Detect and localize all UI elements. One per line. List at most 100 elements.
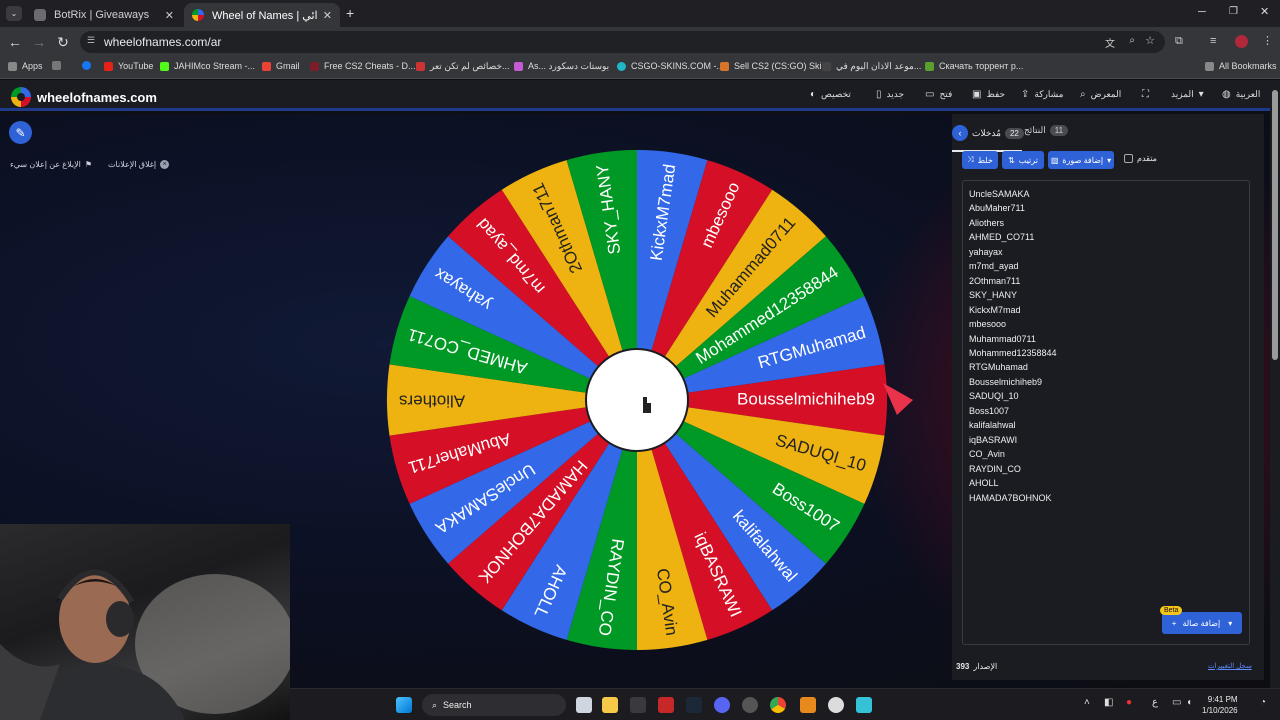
report-ad-link[interactable]: الإبلاغ عن إعلان سيء ⚑ — [10, 160, 92, 169]
menu-customize[interactable]: ◐ تخصيص — [810, 89, 851, 100]
shuffle-button[interactable]: ⤨ خلط — [962, 151, 998, 169]
tray-overflow-icon[interactable]: ˄ — [1084, 697, 1090, 708]
browser-menu-icon[interactable]: ⋮ — [1262, 34, 1273, 47]
scrollbar-thumb[interactable] — [1272, 90, 1278, 360]
collapse-panel-icon[interactable]: ‹ — [952, 125, 968, 141]
bookmark-torrent[interactable]: Скачать торрент р... — [925, 61, 1023, 71]
site-header: wheelofnames.com ◍ العربية المزيد ▾ ⛶ ⌕ الم… — [0, 80, 1280, 111]
tab-entries[interactable]: ‹ مُدخلات 22 — [952, 125, 1028, 141]
site-icon — [720, 61, 729, 71]
menu-share[interactable]: ⇪ مشاركة — [1021, 89, 1063, 100]
wheel-center[interactable] — [585, 348, 689, 452]
kick-icon — [160, 61, 169, 71]
task-view-icon[interactable] — [576, 697, 592, 713]
entries-count-badge: 22 — [1004, 127, 1024, 139]
microphone-icon[interactable]: ● — [1126, 697, 1132, 708]
input-language[interactable]: ع — [1152, 697, 1158, 708]
app-icon[interactable] — [742, 697, 758, 713]
entry-line: RAYDIN_CO — [969, 463, 1021, 474]
tab-results[interactable]: النتائج 11 — [1024, 125, 1072, 136]
profile-avatar[interactable] — [1235, 35, 1248, 48]
restore-window-icon[interactable]: ❐ — [1229, 6, 1238, 17]
app-icon[interactable] — [630, 697, 646, 713]
entry-line: Mohammed12358844 — [969, 347, 1057, 358]
site-icon — [617, 61, 626, 71]
close-tab-icon[interactable]: ✕ — [165, 9, 174, 22]
bookmark-youtube[interactable]: YouTube — [104, 61, 153, 71]
taskbar-clock[interactable]: 9:41 PM 1/10/2026 — [1202, 694, 1238, 716]
wheel-favicon-icon — [192, 9, 204, 21]
menu-save[interactable]: ▣ حفظ — [972, 89, 1005, 100]
menu-more[interactable]: المزيد ▾ — [1171, 89, 1209, 100]
bookmark-apps[interactable]: Apps — [8, 61, 43, 71]
site-logo[interactable]: wheelofnames.com — [11, 87, 157, 107]
advanced-checkbox[interactable] — [1124, 154, 1133, 163]
tab-title: BotRix | Giveaways — [54, 9, 150, 21]
new-tab-button[interactable]: + — [346, 5, 354, 21]
tray-app-icon[interactable]: ◧ — [1104, 697, 1113, 708]
extensions-icon[interactable]: ⧉ — [1175, 35, 1183, 48]
wheel-of-names[interactable]: UncleSAMAKAAbuMaher711AliothersAHMED_CO7… — [385, 145, 915, 657]
bookmark-sell-cs2[interactable]: Sell CS2 (CS:GO) Ski... — [720, 61, 829, 71]
advanced-toggle[interactable]: متقدم — [1124, 154, 1157, 163]
page-scrollbar[interactable] — [1270, 80, 1280, 688]
close-tab-icon[interactable]: ✕ — [323, 9, 332, 22]
sort-button[interactable]: ⇅ ترتيب — [1002, 151, 1044, 169]
bookmark-jahimco[interactable]: JAHIMco Stream -... — [160, 61, 255, 71]
app-icon[interactable] — [856, 697, 872, 713]
notification-bell-icon[interactable]: ◔ — [1260, 697, 1266, 708]
close-window-icon[interactable]: ✕ — [1260, 5, 1269, 18]
menu-gallery[interactable]: ⌕ المعرض — [1080, 89, 1121, 100]
menu-language[interactable]: ◍ العربية — [1222, 89, 1260, 100]
tab-list-icon[interactable]: ⌄ — [6, 6, 22, 21]
windows-taskbar: ⌕ Search ˄ ◧ ● ع ▭ ◖ 9:41 PM 1/10/2026 ◔ — [290, 688, 1280, 720]
add-image-button[interactable]: ▨ إضافة صورة ▾ — [1048, 151, 1114, 169]
windows-start-icon[interactable] — [396, 697, 412, 713]
volume-icon[interactable]: ◖ — [1186, 697, 1192, 708]
steam-icon[interactable] — [686, 697, 702, 713]
bookmark-csgo-skins[interactable]: CSGO-SKINS.COM -... — [617, 61, 724, 71]
translate-icon[interactable]: ⽂ — [1105, 35, 1115, 50]
bookmark-discord-posts[interactable]: As... بوستات دسكورد — [514, 61, 609, 72]
file-explorer-icon[interactable] — [602, 697, 618, 713]
bookmark-facebook[interactable] — [82, 61, 96, 70]
bookmark-cs2-cheats[interactable]: Free CS2 Cheats - D... — [310, 61, 416, 71]
bookmark-grid[interactable] — [52, 61, 66, 70]
chrome-icon[interactable] — [770, 697, 786, 713]
bookmark-star-icon[interactable]: ☆ — [1145, 34, 1155, 47]
app-icon[interactable] — [800, 697, 816, 713]
back-icon[interactable]: ← — [3, 34, 27, 50]
bookmark-gmail[interactable]: Gmail — [262, 61, 300, 71]
close-ads-link[interactable]: إغلاق الإعلانات × — [108, 160, 170, 169]
bookmark-all[interactable]: All Bookmarks — [1205, 61, 1277, 71]
results-count-badge: 11 — [1049, 125, 1069, 136]
reload-icon[interactable]: ↻ — [51, 34, 75, 51]
network-icon[interactable]: ▭ — [1172, 697, 1181, 708]
menu-fullscreen[interactable]: ⛶ — [1142, 89, 1154, 100]
taskbar-search[interactable]: ⌕ Search — [422, 694, 566, 716]
entries-textarea[interactable]: UncleSAMAKA AbuMaher711 Aliothers AHMED_CO7… — [962, 180, 1250, 645]
browser-tab-bar: ⌄ BotRix | Giveaways ✕ Wheel of Names | … — [0, 0, 1280, 27]
menu-new[interactable]: ▯ جديد — [876, 89, 904, 100]
caret-down-icon: ▾ — [1228, 618, 1233, 628]
changelog-link[interactable]: سجل التغييرات — [1208, 662, 1252, 670]
app-icon[interactable] — [828, 697, 844, 713]
wheel-slice-label: Aliothers — [399, 392, 465, 411]
tab-wheel-of-names[interactable]: Wheel of Names | عجلة الاسم العشوائي ✕ — [184, 3, 340, 27]
forward-icon[interactable]: → — [27, 34, 51, 50]
minimize-window-icon[interactable]: ─ — [1198, 6, 1206, 18]
app-icon[interactable] — [658, 697, 674, 713]
menu-open[interactable]: ▭ فتح — [925, 89, 952, 100]
site-icon — [416, 62, 425, 71]
bookmark-arabic-1[interactable]: خصائص لم تكن تعر... — [416, 61, 510, 72]
site-info-icon[interactable]: ☰ — [87, 35, 95, 46]
discord-icon[interactable] — [714, 697, 730, 713]
zoom-icon[interactable]: ⌕ — [1129, 35, 1135, 46]
entry-line: m7md_ayad — [969, 261, 1019, 272]
address-bar[interactable]: ☰ wheelofnames.com/ar ⽂ ⌕ ☆ — [80, 31, 1165, 53]
edit-button[interactable]: ✎ — [9, 121, 32, 144]
tab-botrix[interactable]: BotRix | Giveaways ✕ — [26, 3, 182, 27]
add-image-bottom-button[interactable]: + إضافة صالة ▾ — [1162, 612, 1242, 634]
bookmark-prayer-times[interactable]: موعد الاذان اليوم في... — [822, 61, 921, 72]
media-icon[interactable]: ≡ — [1210, 35, 1216, 47]
